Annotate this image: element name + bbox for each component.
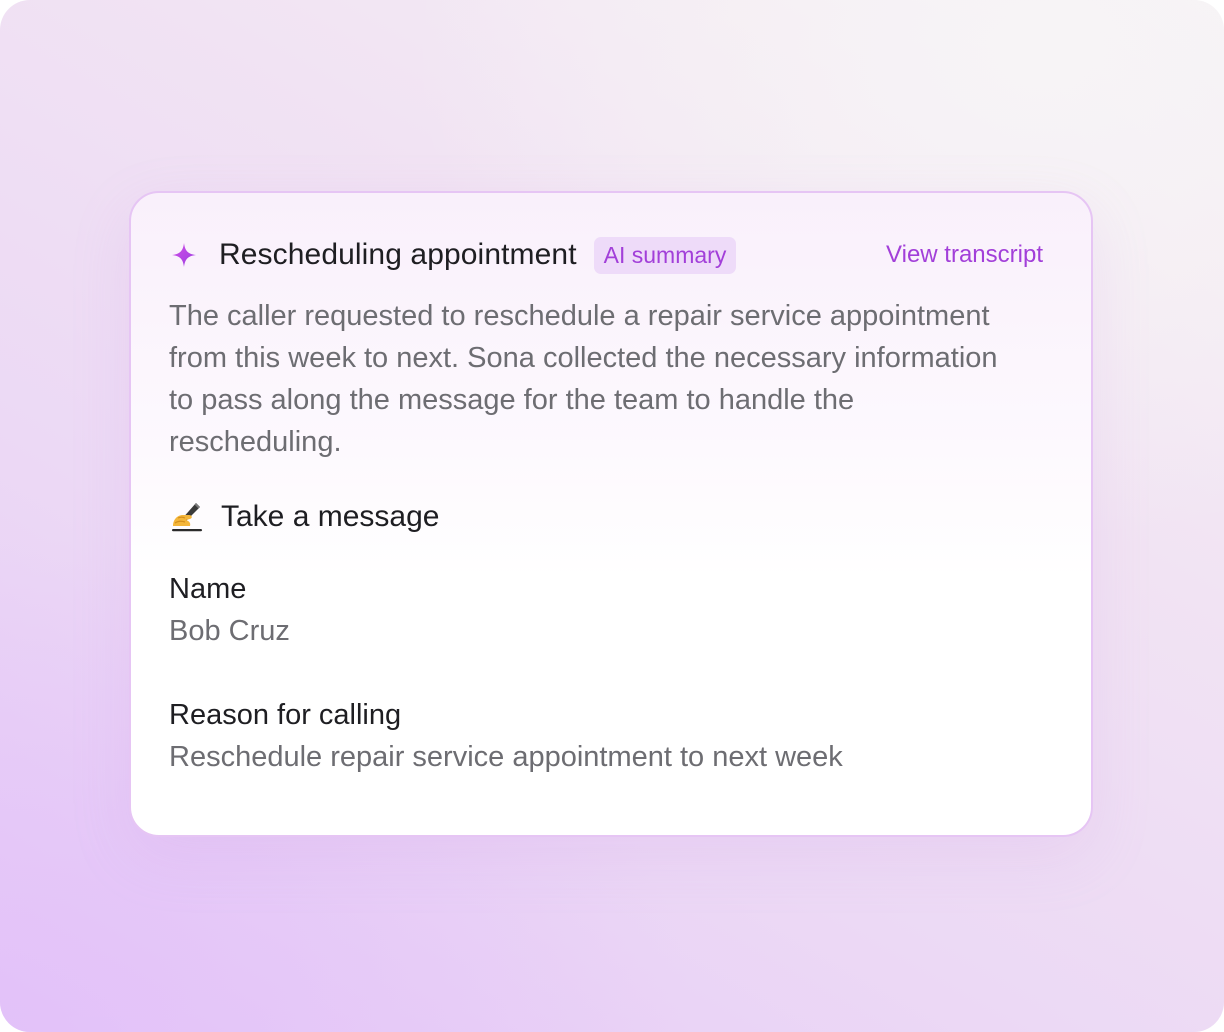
reason-value: Reschedule repair service appointment to…	[169, 741, 843, 773]
call-summary-card: Rescheduling appointment AI summary View…	[129, 191, 1093, 837]
summary-text: The caller requested to reschedule a rep…	[169, 300, 998, 458]
reason-label: Reason for calling	[169, 699, 402, 731]
take-message-title: Take a message	[221, 500, 440, 533]
name-label: Name	[169, 573, 247, 605]
take-message-heading: Take a message	[169, 497, 439, 537]
card-title: Rescheduling appointment	[219, 238, 577, 271]
ai-summary-badge: AI summary	[593, 236, 737, 274]
name-value: Bob Cruz	[169, 615, 290, 647]
view-transcript-link[interactable]: View transcript	[886, 241, 1043, 269]
writing-hand-icon	[169, 499, 205, 535]
background-panel: Rescheduling appointment AI summary View…	[0, 0, 1224, 1032]
sparkle-icon	[171, 242, 197, 268]
card-header: Rescheduling appointment AI summary View…	[171, 233, 1043, 277]
